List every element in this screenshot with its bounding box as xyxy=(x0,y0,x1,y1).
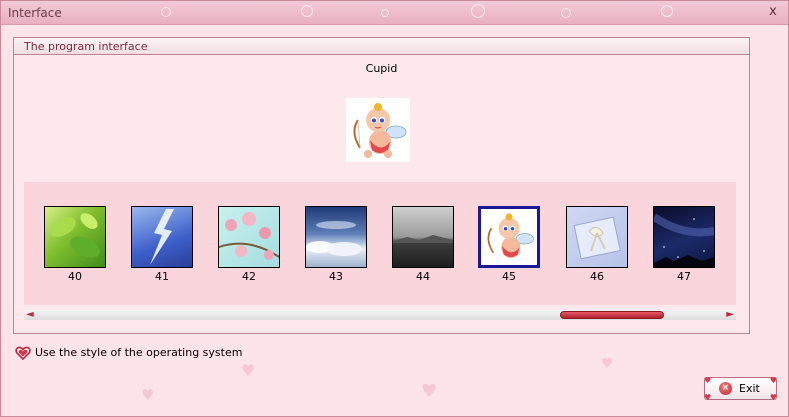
selected-skin-name: Cupid xyxy=(365,62,398,75)
thumbnail-46[interactable]: 46 xyxy=(566,206,628,284)
exit-icon: × xyxy=(719,382,732,395)
cupid-icon xyxy=(353,103,407,158)
thumbnail-number: 40 xyxy=(68,270,82,283)
thumbnail-42[interactable]: 42 xyxy=(218,206,280,284)
program-interface-group: The program interface Cupid 40 41 42 43 … xyxy=(13,37,750,334)
thumbnail-45[interactable]: 45 xyxy=(478,206,540,284)
title-bar[interactable]: Interface x xyxy=(1,1,788,25)
background-heart-icon: ♥ xyxy=(141,386,155,404)
cupid-icon xyxy=(478,206,540,268)
lightning-icon xyxy=(131,206,193,268)
thumbnail-43[interactable]: 43 xyxy=(305,206,367,284)
thumbnail-41[interactable]: 41 xyxy=(131,206,193,284)
heart-decoration-icon: ♥ xyxy=(704,393,712,402)
interface-window: ♥ ♥ ♥ ♥ ♥ ♥ ♥ ♥ ♥ Interface x The progra… xyxy=(0,0,789,417)
heart-decoration-icon: ♥ xyxy=(769,393,777,402)
thumbnail-number: 47 xyxy=(677,270,691,283)
group-header: The program interface xyxy=(14,38,749,55)
heart-decoration-icon: ♥ xyxy=(704,376,712,385)
night-sky-icon xyxy=(653,206,715,268)
heart-checkbox-icon[interactable] xyxy=(15,345,31,361)
scrollbar-thumb[interactable] xyxy=(560,311,664,319)
thumbnail-number: 42 xyxy=(242,270,256,283)
thumbnail-40[interactable]: 40 xyxy=(44,206,106,284)
scroll-left-arrow-icon[interactable]: ◄ xyxy=(26,309,34,320)
gift-box-icon xyxy=(566,206,628,268)
green-leaves-icon xyxy=(44,206,106,268)
skin-preview xyxy=(346,98,410,162)
skin-thumbnail-strip: 40 41 42 43 44 45 46 47 xyxy=(24,182,736,305)
thumbnail-number: 44 xyxy=(416,270,430,283)
grey-sea-icon xyxy=(392,206,454,268)
background-heart-icon: ♥ xyxy=(601,356,614,372)
thumbnail-number: 45 xyxy=(502,270,516,283)
clouds-sky-icon xyxy=(305,206,367,268)
thumbnail-44[interactable]: 44 xyxy=(392,206,454,284)
exit-button[interactable]: ♥ ♥ ♥ ♥ × Exit xyxy=(704,376,777,402)
horizontal-scrollbar[interactable]: ◄ ► xyxy=(24,309,736,320)
exit-label: Exit xyxy=(739,382,760,395)
heart-decoration-icon: ♥ xyxy=(769,376,777,385)
cherry-blossom-icon xyxy=(218,206,280,268)
thumbnail-47[interactable]: 47 xyxy=(653,206,715,284)
background-heart-icon: ♥ xyxy=(241,361,256,380)
group-title: The program interface xyxy=(24,40,148,53)
close-button[interactable]: x xyxy=(765,4,781,20)
thumbnail-number: 46 xyxy=(590,270,604,283)
thumbnail-number: 41 xyxy=(155,270,169,283)
scroll-right-arrow-icon[interactable]: ► xyxy=(726,309,734,320)
thumbnail-number: 43 xyxy=(329,270,343,283)
window-title: Interface xyxy=(8,6,62,20)
use-os-style-label: Use the style of the operating system xyxy=(35,346,243,359)
background-heart-icon: ♥ xyxy=(421,381,438,402)
